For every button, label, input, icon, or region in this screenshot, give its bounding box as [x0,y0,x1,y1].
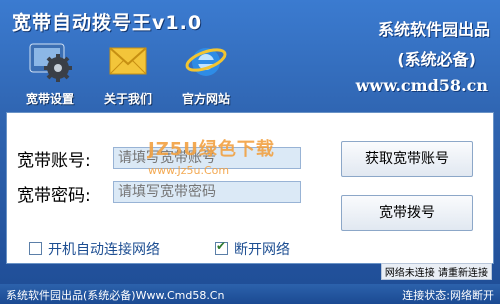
dial-button[interactable]: 宽带拨号 [341,195,473,231]
internet-explorer-icon [185,48,227,76]
window-title: 宽带自动拨号王v1.0 [12,12,203,34]
watermark-url: www.Jz5u.Com [148,164,230,177]
toolbar-label: 官方网站 [181,92,230,106]
app-window: 宽带自动拨号王v1.0 系统软件园出品 (系统必备) www.cmd58.cn … [0,0,500,304]
get-account-button[interactable]: 获取宽带账号 [341,141,473,177]
toolbar-about-us[interactable]: 关于我们 [92,38,164,108]
checkbox-box[interactable]: ✔ [215,239,228,255]
connection-status-message: 网络未连接 请重新连接 [380,263,492,280]
check-mark-icon: ✔ [216,239,227,253]
brand-line-2: (系统必备) [397,50,476,69]
brand-line-1: 系统软件园出品 [377,20,490,39]
toolbar-official-site[interactable]: 官方网站 [170,38,242,108]
toolbar-label: 关于我们 [103,92,152,106]
status-bar-right: 连接状态:网络断开 [402,289,494,302]
disconnect-checkbox[interactable]: ✔ 断开网络 [215,239,290,259]
status-bar: 系统软件园出品(系统必备)Www.Cmd58.Cn 连接状态:网络断开 [0,284,500,304]
disconnect-label: 断开网络 [234,242,290,258]
password-label: 宽带密码: [17,186,91,206]
status-bar-left: 系统软件园出品(系统必备)Www.Cmd58.Cn [6,289,225,302]
toolbar-label: 宽带设置 [25,92,74,106]
envelope-icon [109,47,147,75]
gear-icon [29,43,72,82]
brand-url: www.cmd58.cn [355,76,488,95]
password-input[interactable] [113,181,301,203]
autostart-checkbox[interactable]: 开机自动连接网络 [29,239,160,259]
account-label: 宽带账号: [17,151,91,171]
toolbar-broadband-settings[interactable]: 宽带设置 [14,38,86,108]
autostart-label: 开机自动连接网络 [48,242,160,258]
watermark-text: JZ5U绿色下载 [148,139,275,160]
checkbox-box[interactable] [29,242,42,255]
